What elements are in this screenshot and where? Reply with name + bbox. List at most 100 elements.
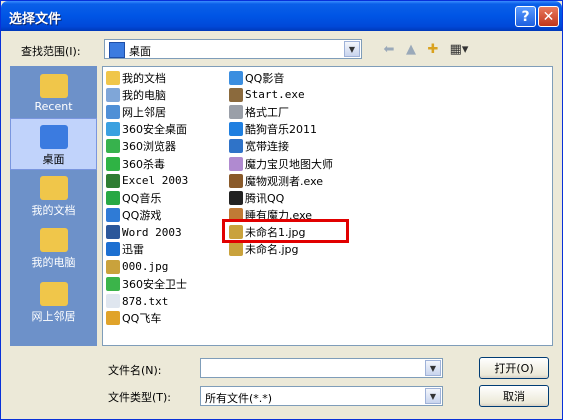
file-item[interactable]: 360杀毒 (106, 155, 188, 172)
file-item[interactable]: 格式工厂 (229, 103, 333, 120)
help-button[interactable]: ? (515, 6, 536, 27)
image-file-icon (229, 242, 243, 257)
file-name: Excel 2003 (122, 174, 189, 188)
network-icon (229, 139, 243, 154)
app-icon (106, 122, 120, 137)
places-item-label: 我的文档 (31, 204, 76, 217)
file-name: QQ音乐 (122, 191, 162, 205)
file-name: 网上邻居 (122, 105, 166, 119)
chevron-down-icon[interactable]: ▼ (425, 360, 441, 376)
file-item[interactable]: 000.jpg (106, 258, 188, 275)
places-item-1[interactable]: 桌面 (10, 118, 97, 170)
music-icon (106, 190, 120, 205)
file-item[interactable]: QQ音乐 (106, 189, 188, 206)
thunder-icon (106, 242, 120, 257)
file-item[interactable]: 360安全桌面 (106, 121, 188, 138)
game-icon (106, 311, 120, 326)
file-item[interactable]: 网上邻居 (106, 103, 188, 120)
file-name: 格式工厂 (245, 105, 289, 119)
file-name: 迅雷 (122, 243, 144, 257)
new-folder-icon[interactable]: ✚ (423, 41, 443, 58)
places-item-3[interactable]: 我的电脑 (10, 222, 97, 274)
file-list[interactable]: 我的文档我的电脑网上邻居 360安全桌面 360浏览器 360杀毒 Excel 2003… (102, 66, 553, 346)
file-name: Start.exe (245, 88, 305, 102)
look-in-label: 查找范围(I): (21, 45, 81, 58)
my-documents-icon (39, 176, 68, 200)
network-icon (39, 282, 68, 306)
places-item-2[interactable]: 我的文档 (10, 170, 97, 222)
places-item-label: 桌面 (42, 153, 65, 166)
file-item[interactable]: Excel 2003 (106, 172, 188, 189)
file-name: 酷狗音乐2011 (245, 123, 317, 137)
qq-icon (229, 190, 243, 205)
file-item[interactable]: QQ影音 (229, 69, 333, 86)
highlight-box (222, 219, 349, 243)
app-icon (229, 104, 243, 119)
file-name: 腾讯QQ (245, 191, 285, 205)
file-item[interactable]: 未命名.jpg (229, 241, 333, 258)
view-menu-icon[interactable]: ▦▾ (446, 41, 472, 58)
places-item-label: 我的电脑 (31, 256, 76, 269)
places-item-4[interactable]: 网上邻居 (10, 276, 97, 328)
file-item[interactable]: Word 2003 (106, 224, 188, 241)
file-name-label: 文件名(N): (108, 364, 162, 377)
file-name: 魔物观测者.exe (245, 174, 324, 188)
file-name-input[interactable]: ▼ (200, 358, 443, 378)
file-type-value: 所有文件(*.*) (205, 392, 273, 405)
antivirus-icon (106, 156, 120, 171)
chevron-down-icon[interactable]: ▼ (425, 388, 441, 404)
file-item[interactable]: QQ游戏 (106, 207, 188, 224)
places-bar: Recent 桌面我的文档我的电脑网上邻居 (10, 66, 97, 346)
cancel-button[interactable]: 取消 (479, 385, 549, 407)
file-item[interactable]: 360浏览器 (106, 138, 188, 155)
file-item[interactable]: QQ飞车 (106, 310, 188, 327)
file-name: 我的文档 (122, 71, 166, 85)
places-item-label: Recent (34, 100, 73, 113)
file-name: QQ飞车 (122, 312, 162, 326)
image-file-icon (106, 259, 120, 274)
file-name: 360浏览器 (122, 140, 176, 154)
file-name: QQ影音 (245, 71, 285, 85)
close-button[interactable]: ✕ (538, 6, 559, 27)
file-item[interactable]: Start.exe (229, 86, 333, 103)
file-item[interactable]: 360安全卫士 (106, 275, 188, 292)
file-name: 未命名.jpg (245, 243, 299, 257)
open-button[interactable]: 打开(O) (479, 357, 549, 379)
look-in-dropdown[interactable]: 桌面 ▼ (104, 39, 362, 59)
music-icon (229, 122, 243, 137)
game-icon (106, 208, 120, 223)
file-name: Word 2003 (122, 225, 182, 239)
file-name: 000.jpg (122, 260, 169, 274)
excel-icon (106, 173, 120, 188)
file-item[interactable]: 我的电脑 (106, 86, 188, 103)
up-folder-icon[interactable]: ▲ (401, 41, 421, 58)
title-bar: 选择文件 ? ✕ (1, 1, 562, 31)
file-name: 360杀毒 (122, 157, 165, 171)
file-item[interactable]: 魔力宝贝地图大师 (229, 155, 333, 172)
word-icon (106, 225, 120, 240)
file-item[interactable]: 宽带连接 (229, 138, 333, 155)
file-item[interactable]: 酷狗音乐2011 (229, 121, 333, 138)
file-item[interactable]: 腾讯QQ (229, 189, 333, 206)
file-name: 魔力宝贝地图大师 (245, 157, 333, 171)
places-item-0[interactable]: Recent (10, 68, 97, 120)
text-file-icon (106, 294, 120, 309)
file-name: 360安全卫士 (122, 277, 187, 291)
back-arrow-icon[interactable]: ⬅ (379, 41, 399, 58)
file-name: 我的电脑 (122, 88, 166, 102)
file-item[interactable]: 魔物观测者.exe (229, 172, 333, 189)
file-item[interactable]: 迅雷 (106, 241, 188, 258)
file-item[interactable]: 我的文档 (106, 69, 188, 86)
desktop-icon (39, 125, 68, 149)
file-type-label: 文件类型(T): (108, 391, 172, 404)
file-name: 360安全桌面 (122, 123, 187, 137)
my-computer-icon (106, 87, 120, 102)
file-name: 宽带连接 (245, 140, 289, 154)
chevron-down-icon[interactable]: ▼ (344, 41, 360, 57)
folder-icon (39, 74, 68, 98)
video-icon (229, 70, 243, 85)
my-computer-icon (39, 228, 68, 252)
file-type-select[interactable]: 所有文件(*.*) ▼ (200, 386, 443, 406)
file-item[interactable]: 878.txt (106, 292, 188, 309)
exe-icon (229, 173, 243, 188)
